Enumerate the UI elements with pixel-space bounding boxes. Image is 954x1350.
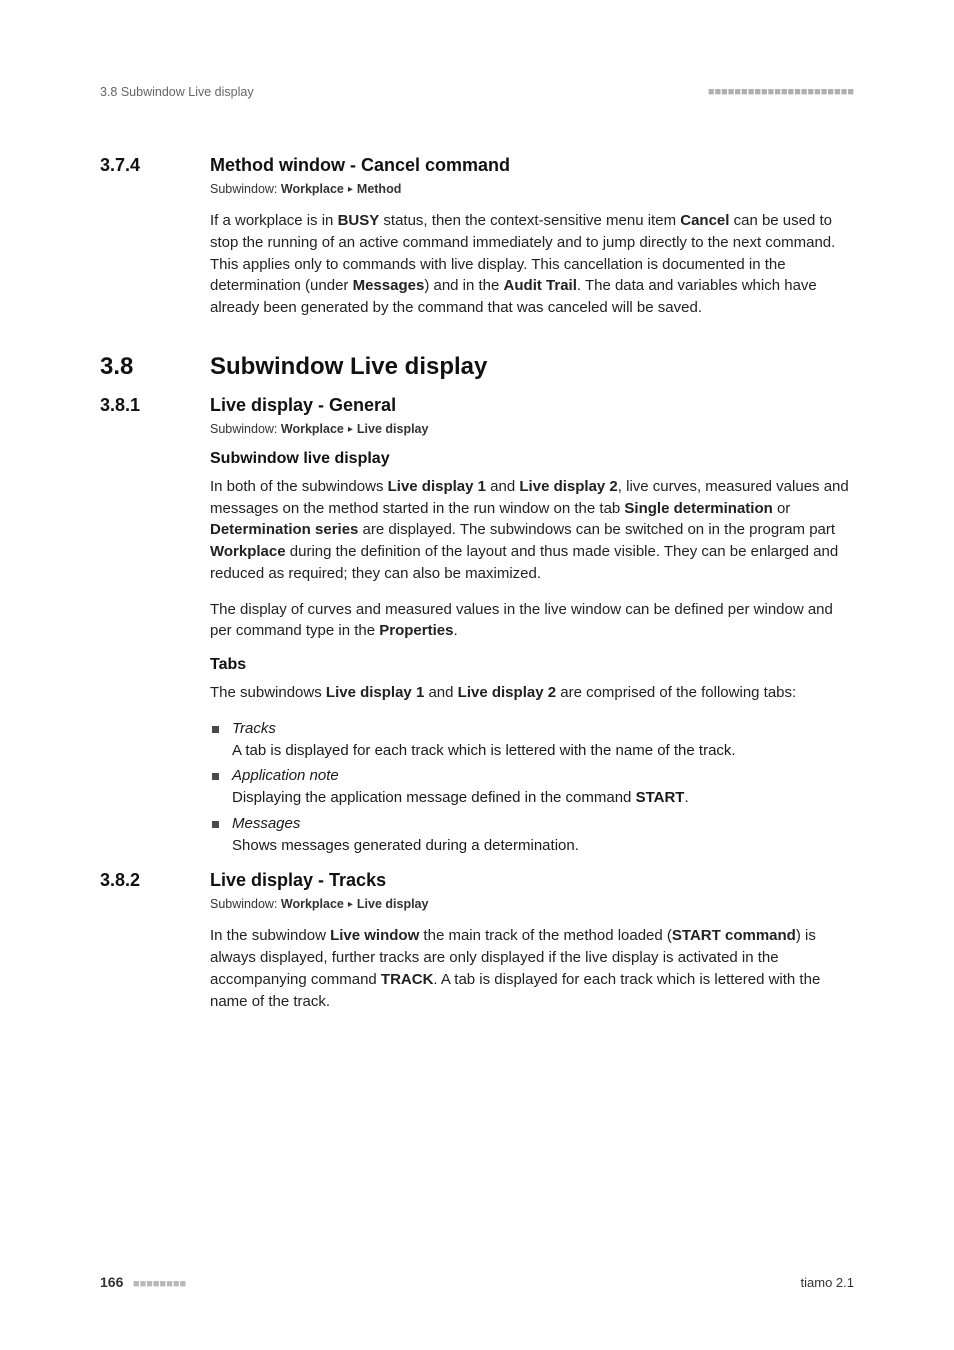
text: In the subwindow [210, 927, 330, 944]
subwindow-label: Subwindow: [210, 422, 281, 436]
footer-left: 166 ■■■■■■■■ [100, 1274, 186, 1290]
footer: 166 ■■■■■■■■ tiamo 2.1 [100, 1274, 854, 1290]
subwindow-label: Subwindow: [210, 897, 281, 911]
list-item-head-messages: Messages [232, 815, 300, 832]
subwindow-path-381: Subwindow: Workplace ▸ Live display [210, 422, 854, 436]
breadcrumb-separator-icon: ▸ [348, 899, 353, 910]
para-381-2: The display of curves and measured value… [210, 599, 854, 643]
text: . [453, 622, 457, 639]
para-381-1: In both of the subwindows Live display 1… [210, 476, 854, 585]
heading-38-title: Subwindow Live display [210, 353, 487, 381]
live-display-2-bold: Live display 2 [519, 478, 617, 495]
header-left: 3.8 Subwindow Live display [100, 85, 254, 99]
content: 3.7.4 Method window - Cancel command Sub… [100, 155, 854, 1012]
subwindow-path-382: Subwindow: Workplace ▸ Live display [210, 897, 854, 911]
page: 3.8 Subwindow Live display ■■■■■■■■■■■■■… [0, 0, 954, 1350]
audit-trail-bold: Audit Trail [504, 277, 577, 294]
text: the main track of the method loaded ( [419, 927, 672, 944]
properties-bold: Properties [379, 622, 453, 639]
list-item-body: A tab is displayed for each track which … [232, 742, 736, 759]
para-381-3: The subwindows Live display 1 and Live d… [210, 682, 854, 704]
start-bold: START [636, 789, 685, 806]
subwindow-label: Subwindow: [210, 182, 281, 196]
text: In both of the subwindows [210, 478, 388, 495]
subwindow-path-374: Subwindow: Workplace ▸ Method [210, 182, 854, 196]
para-382-1: In the subwindow Live window the main tr… [210, 925, 854, 1012]
text: are displayed. The subwindows can be swi… [358, 521, 835, 538]
text: or [773, 500, 791, 517]
live-window-bold: Live window [330, 927, 419, 944]
text: The display of curves and measured value… [210, 601, 833, 640]
heading-374: 3.7.4 Method window - Cancel command [100, 155, 854, 176]
text: ) and in the [424, 277, 503, 294]
text: are comprised of the following tabs: [556, 684, 796, 701]
heading-381-number: 3.8.1 [100, 395, 210, 416]
messages-bold: Messages [353, 277, 425, 294]
heading-374-title: Method window - Cancel command [210, 155, 510, 176]
live-display-1-bold: Live display 1 [388, 478, 486, 495]
text: status, then the context-sensitive menu … [379, 212, 680, 229]
heading-382: 3.8.2 Live display - Tracks [100, 870, 854, 891]
subwindow-part2: Method [357, 182, 401, 196]
text: during the definition of the layout and … [210, 543, 838, 582]
subwindow-part1: Workplace [281, 897, 344, 911]
determination-series-bold: Determination series [210, 521, 358, 538]
list-item: Tracks A tab is displayed for each track… [210, 718, 854, 762]
heading-382-number: 3.8.2 [100, 870, 210, 891]
list-item-body-a: Displaying the application message defin… [232, 789, 636, 806]
subwindow-part1: Workplace [281, 422, 344, 436]
single-determination-bold: Single determination [624, 500, 772, 517]
list-item-body-b: . [684, 789, 688, 806]
header-ticks-right: ■■■■■■■■■■■■■■■■■■■■■■ [708, 86, 854, 98]
section-382-body: Subwindow: Workplace ▸ Live display In the… [210, 897, 854, 1012]
list-item-head-application-note: Application note [232, 767, 339, 784]
list-item: Messages Shows messages generated during… [210, 813, 854, 857]
text: The subwindows [210, 684, 326, 701]
subheading-subwindow-live-display: Subwindow live display [210, 450, 854, 468]
list-item-head-tracks: Tracks [232, 720, 276, 737]
track-bold: TRACK [381, 971, 434, 988]
list-item-body: Shows messages generated during a determ… [232, 837, 579, 854]
section-381-body: Subwindow: Workplace ▸ Live display Subwin… [210, 422, 854, 857]
text: and [424, 684, 457, 701]
cancel-bold: Cancel [680, 212, 729, 229]
subwindow-part2: Live display [357, 897, 429, 911]
section-374-body: Subwindow: Workplace ▸ Method If a workpla… [210, 182, 854, 319]
heading-38: 3.8 Subwindow Live display [100, 353, 854, 381]
subwindow-part1: Workplace [281, 182, 344, 196]
live-display-2-bold: Live display 2 [458, 684, 556, 701]
heading-374-number: 3.7.4 [100, 155, 210, 176]
heading-382-title: Live display - Tracks [210, 870, 386, 891]
footer-right: tiamo 2.1 [801, 1275, 854, 1290]
subwindow-part2: Live display [357, 422, 429, 436]
para-374-1: If a workplace is in BUSY status, then t… [210, 210, 854, 319]
busy-bold: BUSY [338, 212, 380, 229]
footer-ticks: ■■■■■■■■ [133, 1278, 186, 1290]
breadcrumb-separator-icon: ▸ [348, 424, 353, 435]
list-item: Application note Displaying the applicat… [210, 765, 854, 809]
heading-381: 3.8.1 Live display - General [100, 395, 854, 416]
live-display-1-bold: Live display 1 [326, 684, 424, 701]
tabs-list: Tracks A tab is displayed for each track… [210, 718, 854, 857]
start-command-bold: START command [672, 927, 796, 944]
workplace-bold: Workplace [210, 543, 286, 560]
page-number: 166 [100, 1274, 123, 1290]
running-header: 3.8 Subwindow Live display ■■■■■■■■■■■■■… [100, 85, 854, 99]
text: and [486, 478, 519, 495]
breadcrumb-separator-icon: ▸ [348, 184, 353, 195]
heading-38-number: 3.8 [100, 353, 210, 381]
text: If a workplace is in [210, 212, 338, 229]
subheading-tabs: Tabs [210, 656, 854, 674]
heading-381-title: Live display - General [210, 395, 396, 416]
